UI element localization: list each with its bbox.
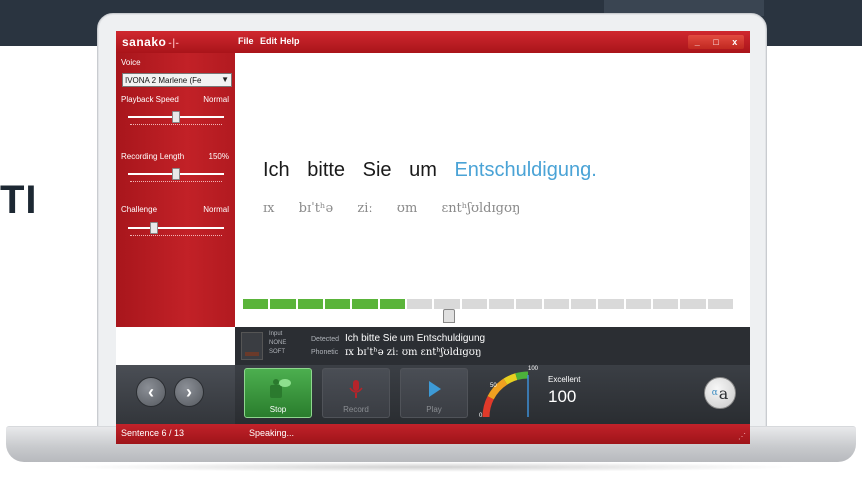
maximize-button[interactable]: □ — [713, 37, 718, 47]
window-controls: _ □ x — [688, 35, 744, 49]
phonetic-word: ziː — [357, 201, 373, 216]
progress-segment — [324, 299, 351, 309]
phonetic-toggle-button[interactable]: αa — [704, 377, 736, 409]
pronunciation-gauge: 100 0 50 — [478, 366, 539, 421]
progress-segment — [488, 299, 515, 309]
progress-segment — [434, 299, 460, 309]
detected-label: Detected — [311, 336, 340, 343]
sentence-progress-bar — [243, 299, 733, 309]
control-bar: ‹ › Stop Record Play 100 0 50 Excellent … — [116, 365, 750, 424]
next-sentence-button[interactable]: › — [174, 377, 204, 407]
playback-state: Speaking... — [249, 428, 295, 438]
chevron-right-icon: › — [186, 381, 192, 402]
app-logo: sanako -|- — [122, 35, 180, 49]
progress-segment — [625, 299, 651, 309]
navigation-area: ‹ › — [116, 365, 235, 424]
sentence-panel: Ich bitte Sie um Entschuldigung. ɪx bɪˈt… — [235, 53, 750, 327]
highlighted-word: Entschuldigung. — [454, 159, 597, 181]
alpha-icon: α — [711, 388, 718, 398]
minimize-button[interactable]: _ — [695, 37, 700, 47]
progress-segment — [379, 299, 405, 309]
stop-button[interactable]: Stop — [244, 368, 312, 418]
detected-value: Ich bitte Sie um Entschuldigung — [345, 333, 486, 344]
progress-segment — [352, 299, 378, 309]
playback-speed-knob[interactable] — [172, 111, 180, 123]
gauge-min-label: 0 — [479, 413, 483, 419]
sanako-app-window: sanako -|- File Edit Help _ □ x Voice IVO… — [116, 31, 750, 444]
menu-file[interactable]: File — [238, 36, 254, 46]
progress-segment — [598, 299, 624, 309]
phonetic-value: ɪx bɪˈtʰə ziː ʊm ɛntʰʃʊldɪgʊŋ — [345, 347, 482, 358]
menu-help[interactable]: Help — [280, 36, 300, 46]
score-value: 100 — [548, 387, 577, 406]
input-none-label: NONE — [269, 340, 287, 346]
menu-edit[interactable]: Edit — [260, 36, 277, 46]
input-soft-label: SOFT — [269, 349, 285, 355]
status-bar: Sentence 6 / 13 Speaking... ⋰ — [116, 424, 750, 444]
progress-marker[interactable] — [443, 309, 455, 323]
recording-length-label: Recording Length — [121, 152, 185, 161]
progress-segment — [270, 299, 296, 309]
recording-length-slider[interactable] — [128, 168, 224, 180]
page-side-heading: TI — [0, 178, 38, 222]
playback-speed-value: Normal — [203, 95, 229, 104]
sentence-word: Ich — [263, 159, 290, 181]
progress-segment — [570, 299, 597, 309]
voice-select[interactable]: IVONA 2 Marlene (Fe ▼ — [122, 73, 232, 87]
progress-segment — [680, 299, 706, 309]
detection-strip: Input NONE SOFT Detected Ich bitte Sie u… — [235, 327, 750, 365]
input-label: Input — [269, 331, 283, 337]
playback-speed-slider[interactable] — [128, 111, 224, 123]
title-bar: sanako -|- File Edit Help _ □ x — [116, 31, 750, 53]
voice-label: Voice — [121, 58, 141, 67]
progress-segment — [516, 299, 542, 309]
laptop-shadow — [60, 462, 802, 472]
progress-segment — [243, 299, 269, 309]
challenge-ticks — [130, 235, 222, 238]
sentence-word: Sie — [362, 159, 392, 181]
challenge-slider[interactable] — [128, 222, 224, 234]
recording-length-knob[interactable] — [172, 168, 180, 180]
chevron-left-icon: ‹ — [148, 381, 154, 402]
progress-segment — [461, 299, 487, 309]
chevron-down-icon: ▼ — [221, 75, 229, 84]
gauge-max-label: 100 — [528, 366, 539, 372]
progress-segment — [543, 299, 569, 309]
phonetic-text: ɪx bɪˈtʰə ziː ʊm ɛntʰʃʊldɪgʊŋ — [263, 201, 540, 216]
record-button[interactable]: Record — [322, 368, 390, 418]
recording-length-ticks — [130, 181, 222, 184]
phonetic-word: bɪˈtʰə — [298, 201, 334, 216]
progress-segment — [406, 299, 433, 309]
sentence-word: um — [409, 159, 437, 181]
score-rating: Excellent — [548, 375, 581, 384]
gauge-mid-label: 50 — [490, 383, 497, 389]
input-level-meter — [241, 332, 263, 360]
microphone-icon — [323, 377, 389, 407]
sentence-word: bitte — [307, 159, 346, 181]
letter-a-icon: a — [718, 383, 729, 403]
speaker-stop-icon — [245, 377, 311, 407]
sentence-text: Ich bitte Sie um Entschuldigung. — [263, 159, 609, 182]
phonetic-word: ɪx — [263, 201, 275, 216]
settings-sidebar: Voice IVONA 2 Marlene (Fe ▼ Playback Spe… — [116, 53, 235, 327]
sentence-counter: Sentence 6 / 13 — [121, 428, 185, 438]
phonetic-label: Phonetic — [311, 349, 339, 356]
progress-segment — [707, 299, 733, 309]
close-button[interactable]: x — [732, 37, 737, 47]
phonetic-word: ɛntʰʃʊldɪgʊŋ — [441, 201, 521, 216]
recording-length-value: 150% — [208, 152, 229, 161]
progress-segment — [297, 299, 323, 309]
resize-grip-icon[interactable]: ⋰ — [738, 432, 746, 441]
playback-speed-label: Playback Speed — [121, 95, 179, 104]
play-icon — [401, 377, 467, 407]
playback-speed-ticks — [130, 124, 222, 127]
progress-segment — [652, 299, 679, 309]
play-button[interactable]: Play — [400, 368, 468, 418]
challenge-knob[interactable] — [150, 222, 158, 234]
phonetic-word: ʊm — [396, 201, 418, 216]
previous-sentence-button[interactable]: ‹ — [136, 377, 166, 407]
challenge-value: Normal — [203, 205, 229, 214]
input-level-bar — [245, 352, 259, 356]
challenge-label: Challenge — [121, 205, 158, 214]
